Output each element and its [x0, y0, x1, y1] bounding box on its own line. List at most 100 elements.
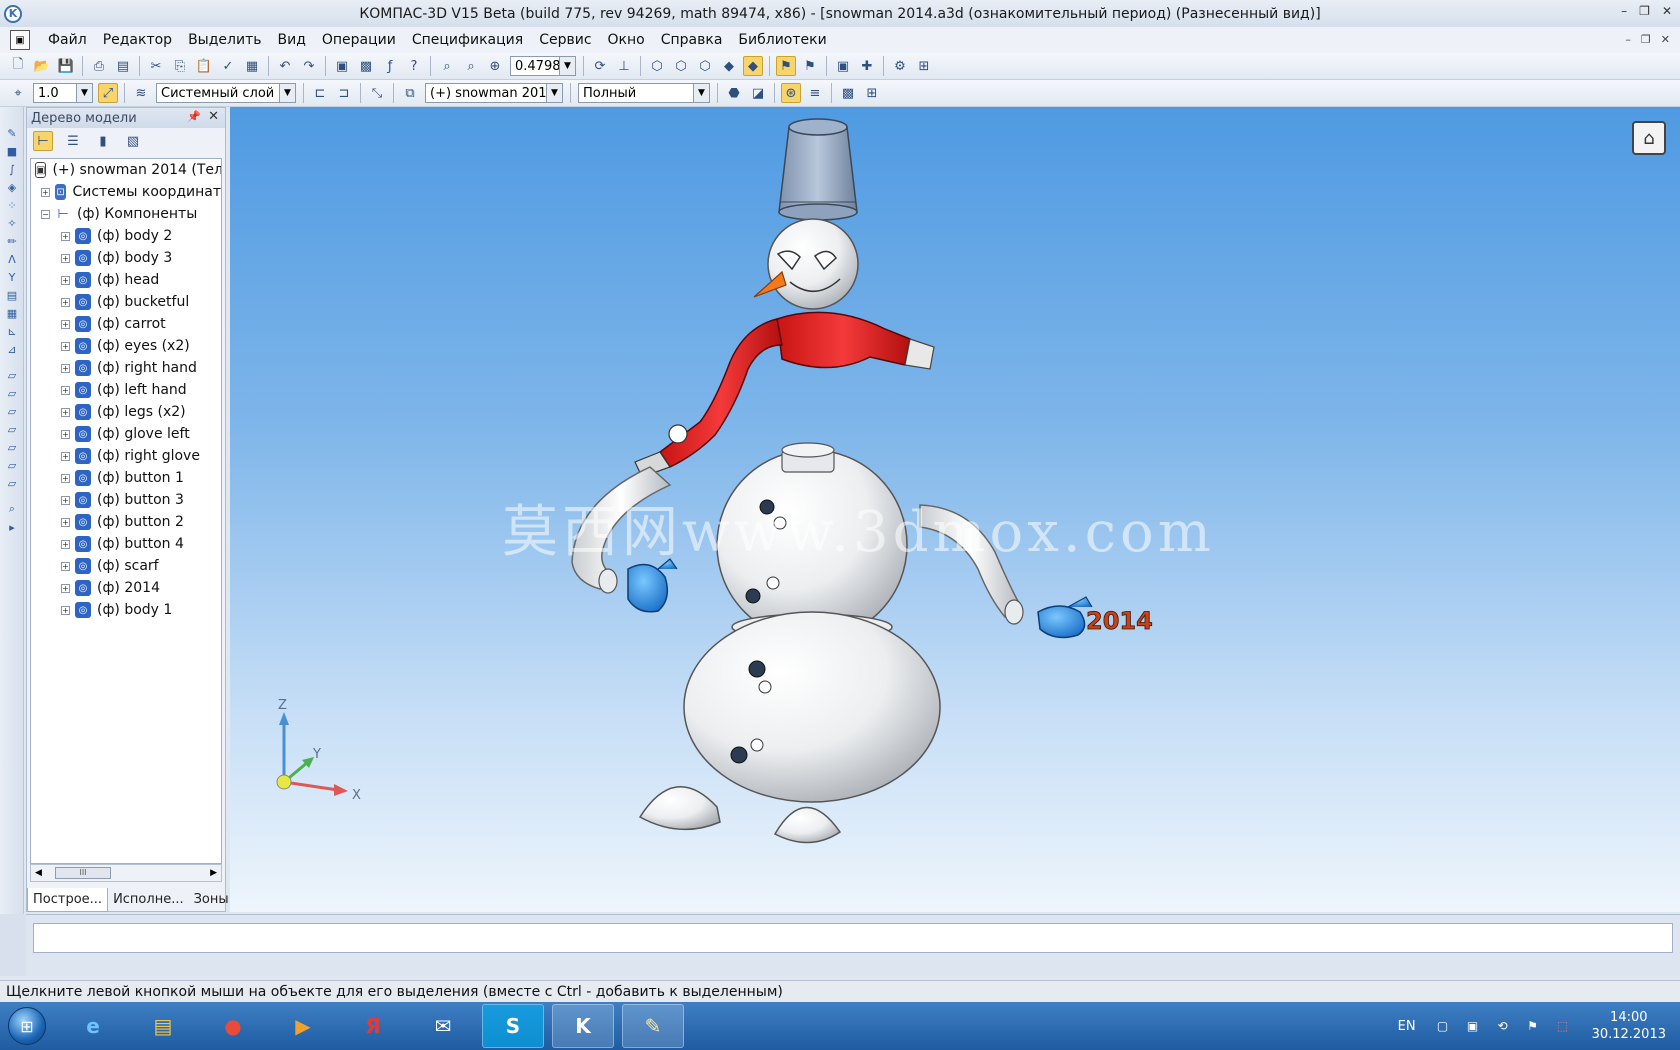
tree-structure-icon[interactable]: ⊢: [33, 131, 53, 151]
search-icon[interactable]: ⌕: [3, 501, 21, 517]
spec-icon[interactable]: ▤: [3, 287, 21, 303]
tree-horizontal-scrollbar[interactable]: ◀ III ▶: [30, 864, 222, 882]
plane-edge-icon[interactable]: ▱: [3, 475, 21, 491]
chevron-down-icon[interactable]: ▼: [559, 57, 575, 75]
measure-icon[interactable]: ⊾: [3, 323, 21, 339]
chevron-down-icon[interactable]: ▼: [76, 84, 92, 102]
menu-help[interactable]: Справка: [653, 32, 731, 48]
menu-file[interactable]: Файл: [40, 32, 95, 48]
aux-geometry-icon[interactable]: Λ: [3, 251, 21, 267]
tree-component-item[interactable]: + ◎ (ф) body 1: [31, 599, 221, 621]
curve-icon[interactable]: ∫: [3, 161, 21, 177]
tree-component-item[interactable]: + ◎ (ф) carrot: [31, 313, 221, 335]
dimension-icon[interactable]: ⊞: [862, 83, 882, 103]
expand-icon[interactable]: +: [61, 341, 70, 351]
yandex-taskbar-icon[interactable]: Я: [342, 1004, 404, 1048]
tree-coords[interactable]: + ⊡ Системы координат: [31, 181, 221, 203]
clock[interactable]: 14:00 30.12.2013: [1592, 1009, 1666, 1043]
print-preview-icon[interactable]: ▤: [113, 56, 133, 76]
properties-icon[interactable]: ✓: [218, 56, 238, 76]
expand-icon[interactable]: +: [61, 473, 70, 483]
tab-versions[interactable]: Исполне...: [108, 888, 189, 912]
menu-specification[interactable]: Спецификация: [404, 32, 531, 48]
scroll-left-icon[interactable]: ◀: [35, 868, 42, 878]
paint-taskbar-icon[interactable]: ✎: [622, 1004, 684, 1048]
plane-tangent-icon[interactable]: ▱: [3, 439, 21, 455]
part-icon[interactable]: ▣: [833, 56, 853, 76]
body-bottom-part[interactable]: [683, 611, 941, 803]
expand-icon[interactable]: +: [61, 385, 70, 395]
paste-icon[interactable]: 📋: [194, 56, 214, 76]
menu-select[interactable]: Выделить: [180, 32, 269, 48]
measure-icon[interactable]: ⊞: [914, 56, 934, 76]
tree-relations-icon[interactable]: ▧: [123, 131, 143, 151]
help-pointer-icon[interactable]: ?: [404, 56, 424, 76]
array-icon[interactable]: ⁘: [3, 197, 21, 213]
tab-build[interactable]: Построе...: [27, 888, 109, 912]
3d-viewport[interactable]: 2014 Z Y X 莫西网www.3dmox.com ⌂: [230, 107, 1680, 912]
manager-icon[interactable]: ▦: [242, 56, 262, 76]
local-cs-icon[interactable]: ⊏: [310, 83, 330, 103]
maximize-button[interactable]: ❐: [1639, 4, 1650, 18]
layers-icon[interactable]: ≋: [131, 83, 151, 103]
expand-icon[interactable]: +: [61, 561, 70, 571]
assembly-combo[interactable]: (+) snowman 201 ▼: [425, 83, 563, 103]
expand-icon[interactable]: +: [61, 231, 70, 241]
year-2014-part[interactable]: 2014: [1086, 607, 1154, 636]
report-icon[interactable]: ▦: [3, 305, 21, 321]
menu-window[interactable]: Окно: [600, 32, 653, 48]
expand-icon[interactable]: +: [61, 495, 70, 505]
kompas-taskbar-icon[interactable]: K: [552, 1004, 614, 1048]
tree-order-icon[interactable]: ☰: [63, 131, 83, 151]
layers-display-icon[interactable]: ≡: [805, 83, 825, 103]
new-file-icon[interactable]: 🗋: [8, 56, 28, 76]
expand-icon[interactable]: +: [61, 517, 70, 527]
tree-component-item[interactable]: + ◎ (ф) scarf: [31, 555, 221, 577]
expand-icon[interactable]: +: [61, 253, 70, 263]
bucket-part[interactable]: [778, 118, 858, 221]
doc-close-button[interactable]: ✕: [1661, 33, 1670, 46]
chevron-down-icon[interactable]: ▼: [546, 84, 562, 102]
tree-component-item[interactable]: + ◎ (ф) button 1: [31, 467, 221, 489]
tree-component-item[interactable]: + ◎ (ф) eyes (x2): [31, 335, 221, 357]
menu-service[interactable]: Сервис: [531, 32, 599, 48]
rotate-icon[interactable]: ⟳: [590, 56, 610, 76]
close-button[interactable]: ✕: [1662, 4, 1672, 18]
chrome-taskbar-icon[interactable]: ●: [202, 1004, 264, 1048]
expand-icon[interactable]: +: [61, 297, 70, 307]
expand-icon[interactable]: +: [61, 605, 70, 615]
plane-middle-icon[interactable]: ▱: [3, 457, 21, 473]
display-icon[interactable]: ▣: [1464, 1017, 1482, 1035]
zoom-all-icon[interactable]: ⌕: [461, 56, 481, 76]
diagnostic-icon[interactable]: ⊿: [3, 341, 21, 357]
tree-component-item[interactable]: + ◎ (ф) button 4: [31, 533, 221, 555]
head-part[interactable]: [753, 218, 859, 310]
sketch-icon[interactable]: ✏: [3, 233, 21, 249]
explorer-taskbar-icon[interactable]: ▤: [132, 1004, 194, 1048]
section-icon[interactable]: ◪: [748, 83, 768, 103]
pin-icon[interactable]: 📌: [187, 110, 201, 123]
selection-filter-icon[interactable]: ⚑: [776, 56, 796, 76]
plane-3pt-icon[interactable]: ▱: [3, 403, 21, 419]
redo-icon[interactable]: ↷: [299, 56, 319, 76]
plane-normal-icon[interactable]: ▱: [3, 421, 21, 437]
expand-icon[interactable]: +: [61, 319, 70, 329]
explode-view-icon[interactable]: ⊛: [781, 83, 801, 103]
mate-icon[interactable]: ✧: [3, 215, 21, 231]
tree-component-item[interactable]: + ◎ (ф) head: [31, 269, 221, 291]
zoom-scale-icon[interactable]: ⊕: [485, 56, 505, 76]
network-icon[interactable]: ▢: [1434, 1017, 1452, 1035]
plane-icon[interactable]: ⤡: [367, 83, 387, 103]
function-icon[interactable]: ƒ: [380, 56, 400, 76]
scroll-thumb[interactable]: III: [55, 867, 111, 879]
tree-component-item[interactable]: + ◎ (ф) 2014: [31, 577, 221, 599]
tree-properties-icon[interactable]: ▮: [93, 131, 113, 151]
wireframe-icon[interactable]: ⬡: [647, 56, 667, 76]
tree-component-item[interactable]: + ◎ (ф) bucketful: [31, 291, 221, 313]
expand-icon[interactable]: +: [61, 407, 70, 417]
document-icon[interactable]: ▣: [10, 30, 30, 50]
skype-taskbar-icon[interactable]: S: [482, 1004, 544, 1048]
tree-component-item[interactable]: + ◎ (ф) legs (x2): [31, 401, 221, 423]
expand-icon[interactable]: +: [61, 275, 70, 285]
assembly-icon[interactable]: ⧉: [400, 83, 420, 103]
